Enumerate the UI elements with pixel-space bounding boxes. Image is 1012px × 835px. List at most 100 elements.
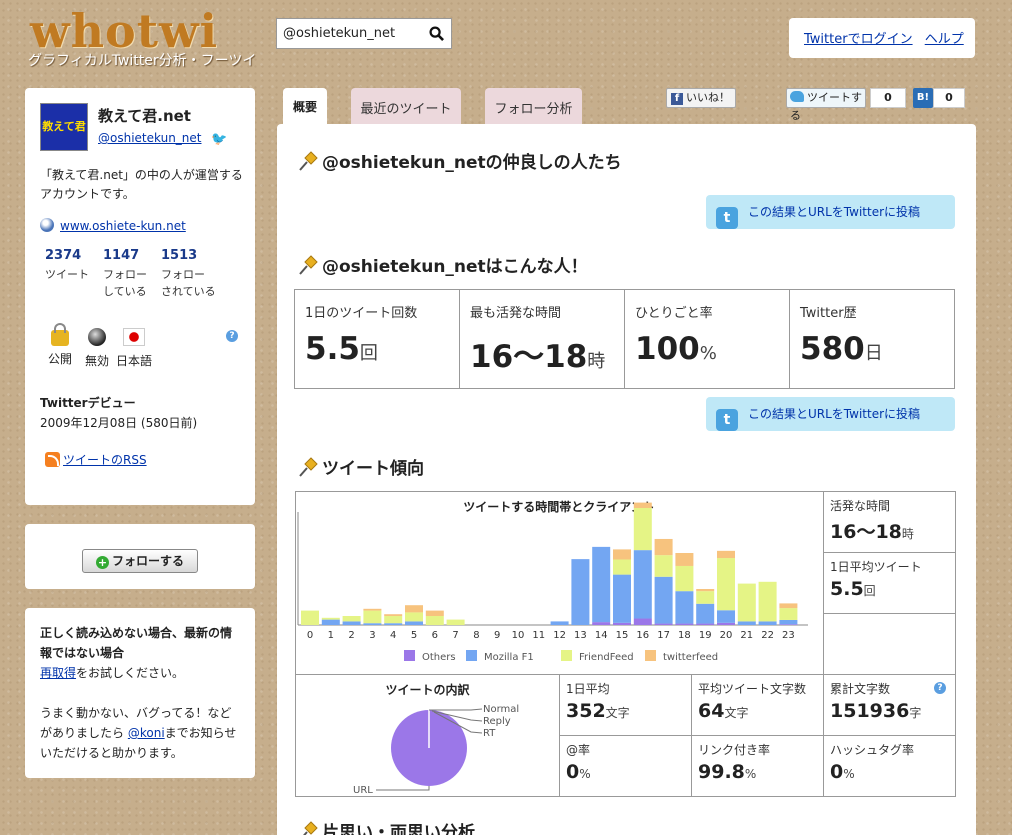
- bar-2-friendfeed: [342, 616, 361, 622]
- stat-following[interactable]: 1147 フォロー している: [103, 248, 161, 300]
- bar-21-mozilla-f1: [737, 621, 756, 625]
- search-input[interactable]: [277, 19, 417, 48]
- bar-18-twitterfeed: [675, 553, 694, 566]
- pie-label-normal: Normal: [483, 704, 519, 715]
- tweet-button[interactable]: ツイートする: [786, 88, 866, 122]
- bar-15-friendfeed: [613, 559, 631, 575]
- retry-link[interactable]: 再取得: [40, 666, 76, 680]
- account-links: Twitterでログイン ヘルプ: [789, 18, 975, 58]
- profile-card: 教えて君 教えて君.net @oshietekun_net 🐦 「教えて君.ne…: [25, 88, 255, 505]
- stats-grid: 1日平均 352文字 平均ツイート文字数 64文字 累計文字数 151936字? @率…: [559, 674, 956, 797]
- post-to-twitter-button[interactable]: t この結果とURLをTwitterに投稿: [706, 397, 955, 431]
- overview-label: 1日のツイート回数: [305, 306, 418, 321]
- side-stat-daily-tweets: 1日平均ツイート 5.5回: [824, 553, 955, 614]
- help-icon[interactable]: ?: [226, 330, 238, 342]
- overview-table: 1日のツイート回数 5.5回 最も活発な時間 16～18時 ひとりごと率 100% T…: [294, 289, 955, 389]
- profile-handle[interactable]: @oshietekun_net: [98, 131, 202, 145]
- stat-value: 151936: [830, 700, 910, 722]
- site-tagline: グラフィカルTwitter分析・フーツイ: [28, 53, 257, 69]
- bar-22-friendfeed: [758, 581, 777, 622]
- pushpin-icon: [303, 821, 318, 835]
- japan-flag-icon: [123, 328, 145, 346]
- contact-link[interactable]: @koni: [128, 726, 165, 740]
- x-tick-label: 19: [699, 630, 712, 641]
- rss-icon: [45, 452, 60, 467]
- x-tick-label: 23: [782, 630, 795, 641]
- tab-follow-analysis[interactable]: フォロー分析: [485, 88, 582, 124]
- leader-normal: [429, 708, 483, 711]
- rss-link[interactable]: ツイートのRSS: [63, 453, 147, 467]
- post-to-twitter-button[interactable]: t この結果とURLをTwitterに投稿: [706, 195, 955, 229]
- disc-icon: [88, 328, 106, 346]
- debut-title: Twitterデビュー: [40, 396, 136, 410]
- legend-label: Mozilla F1: [484, 652, 534, 663]
- overview-unit: %: [699, 343, 717, 364]
- x-tick-label: 9: [494, 630, 500, 641]
- overview-unit: 回: [359, 343, 378, 364]
- overview-value: 580: [800, 331, 865, 367]
- legend-label: FriendFeed: [579, 652, 634, 663]
- section-person-title: @oshietekun_netはこんな人！: [322, 257, 588, 277]
- bar-19-others: [696, 623, 715, 625]
- bar-15-mozilla-f1: [613, 574, 631, 623]
- overview-twitter-age: Twitter歴 580日: [789, 289, 955, 389]
- side-stat-value: 5.5: [830, 578, 864, 600]
- x-tick-label: 21: [740, 630, 753, 641]
- bar-6-friendfeed: [425, 616, 444, 625]
- rss-row: ツイートのRSS: [45, 451, 147, 468]
- tab-overview[interactable]: 概要: [283, 88, 327, 128]
- x-tick-label: 20: [720, 630, 733, 641]
- bar-16-mozilla-f1: [633, 550, 652, 619]
- bar-1-mozilla-f1: [321, 619, 340, 625]
- section-trend-title: ツイート傾向: [322, 459, 424, 479]
- twitter-icon: t: [716, 207, 738, 229]
- notice-title: 正しく読み込めない場合、最新の情報ではない場合: [40, 626, 233, 660]
- bar-18-mozilla-f1: [675, 591, 694, 624]
- twitter-bird-icon: [790, 91, 804, 102]
- overview-label: ひとりごと率: [635, 306, 713, 321]
- profile-url-link[interactable]: www.oshiete-kun.net: [60, 219, 186, 233]
- help-icon[interactable]: ?: [934, 682, 946, 694]
- section-oneway-title: 片思い・両思い分析: [322, 823, 475, 835]
- bar-6-twitterfeed: [425, 610, 444, 616]
- side-stat-label: 活発な時間: [830, 499, 891, 513]
- bar-19-mozilla-f1: [696, 603, 715, 624]
- stat-label: リンク付き率: [698, 743, 771, 757]
- search-icon[interactable]: [429, 26, 444, 41]
- bar-5-twitterfeed: [405, 605, 423, 613]
- x-tick-label: 22: [761, 630, 774, 641]
- section-person-heading: @oshietekun_netはこんな人！: [296, 252, 588, 277]
- stat-label: 1日平均: [566, 682, 610, 696]
- side-stat-unit: 回: [863, 584, 876, 598]
- follow-button[interactable]: + フォローする: [82, 549, 198, 573]
- tab-recent-tweets[interactable]: 最近のツイート: [351, 88, 461, 124]
- overview-value: 100: [635, 331, 700, 367]
- bar-20-others: [717, 622, 735, 625]
- overview-label: 最も活発な時間: [470, 306, 562, 321]
- account-flags: 公開 無効 日本語: [40, 323, 152, 369]
- avatar[interactable]: 教えて君: [40, 103, 88, 151]
- breakdown-box: ツイートの内訳 Normal Reply RT URL: [295, 674, 560, 797]
- profile-url-row: www.oshiete-kun.net: [40, 218, 186, 233]
- stat-following-label: フォロー している: [103, 268, 147, 298]
- bar-12-mozilla-f1: [550, 621, 569, 625]
- legend-label: twitterfeed: [663, 652, 718, 663]
- pie-label-rt: RT: [483, 728, 496, 739]
- hourly-chart: ツイートする時間帯とクライアント0 1 2 3 4 5 6 7 8 9 10 11 12 13 14 15 16…: [297, 499, 808, 663]
- login-link[interactable]: Twitterでログイン: [804, 32, 913, 47]
- x-tick-label: 2: [348, 630, 354, 641]
- section-friends-heading: @oshietekun_netの仲良しの人たち: [296, 148, 622, 173]
- bar-20-mozilla-f1: [717, 610, 735, 623]
- help-link[interactable]: ヘルプ: [925, 32, 964, 47]
- stat-tweets[interactable]: 2374 ツイート: [45, 248, 103, 300]
- stat-unit: 文字: [724, 706, 749, 720]
- facebook-like-button[interactable]: f いいね！: [666, 88, 736, 108]
- legend-swatch-twitterfeed: [645, 650, 656, 661]
- stat-value: 0: [566, 761, 580, 783]
- bar-18-others: [675, 623, 694, 625]
- hatena-bookmark-icon[interactable]: B!: [913, 88, 933, 108]
- bar-2-mozilla-f1: [342, 621, 361, 625]
- stat-followers[interactable]: 1513 フォロー されている: [161, 248, 219, 300]
- bar-14-mozilla-f1: [592, 546, 611, 623]
- bar-17-friendfeed: [654, 555, 673, 577]
